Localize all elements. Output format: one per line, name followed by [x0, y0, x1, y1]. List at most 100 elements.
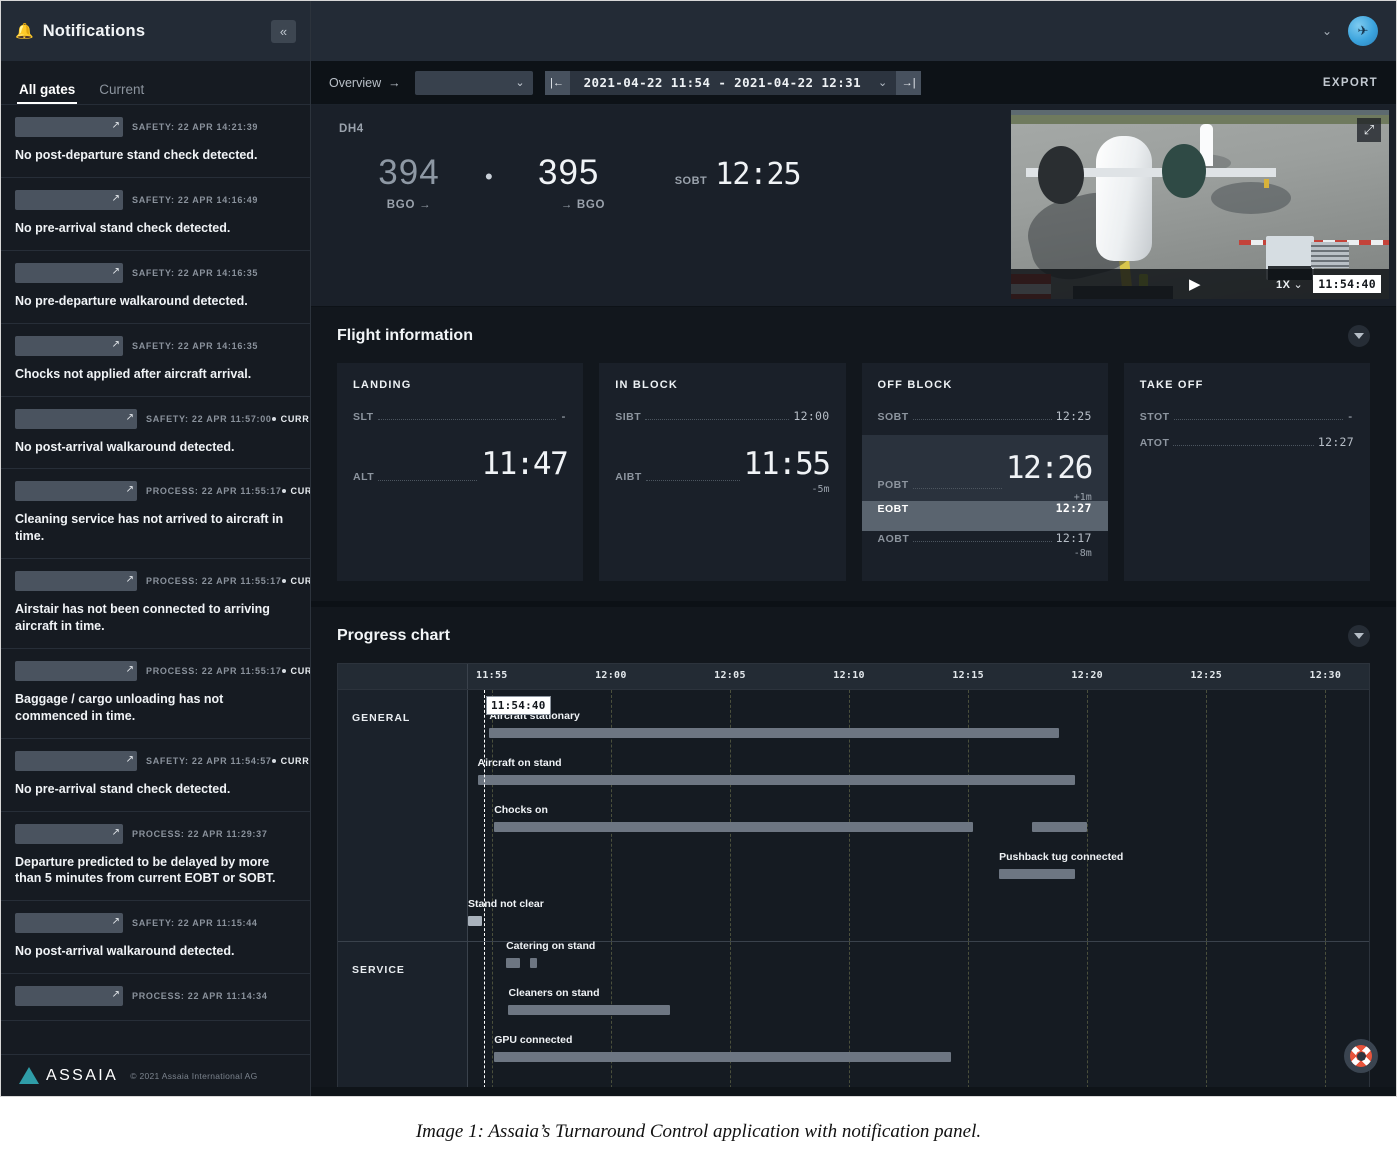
notification-meta-row: ↗ SAFETY: 22 APR 14:16:35: [15, 335, 296, 357]
notification-item[interactable]: ↗ PROCESS: 22 APR 11:29:37 Departure predi…: [1, 811, 310, 902]
lane-track[interactable]: Aircraft stationary Aircraft on stand Choc…: [468, 690, 1369, 941]
flight-info-row: EOBT 12:27: [861, 501, 1108, 531]
row-label: SLT: [353, 411, 374, 423]
notification-item[interactable]: ↗ SAFETY: 22 APR 14:16:35 No pre-departure…: [1, 250, 310, 324]
notification-timestamp: PROCESS: 22 APR 11:14:34: [132, 991, 268, 1002]
tab-current[interactable]: Current: [97, 82, 146, 104]
chart-gridline: [849, 942, 851, 1087]
notification-thumbnail[interactable]: ↗: [15, 571, 137, 592]
axis-tick-label: 12:20: [1071, 670, 1104, 681]
chart-event-bar[interactable]: [468, 916, 483, 926]
chart-gridline: [1087, 942, 1089, 1087]
tab-all-gates[interactable]: All gates: [17, 82, 78, 104]
notification-item[interactable]: ↗ PROCESS: 22 APR 11:14:34: [1, 974, 310, 1022]
chart-gridline: [1206, 942, 1208, 1087]
chart-event-bar[interactable]: [506, 958, 521, 968]
status-badge-label: CURRENT: [290, 665, 310, 676]
expand-thumbnail-icon[interactable]: ↗: [126, 663, 134, 677]
row-value: 12:25: [1055, 409, 1092, 423]
video-player[interactable]: ⤢ ▶ 1X ⌄ 11:54:40: [1011, 110, 1389, 299]
notification-item[interactable]: ↗ SAFETY: 22 APR 11:54:57 CURRENT No pre-ar…: [1, 738, 310, 812]
chart-event-bar[interactable]: [494, 822, 973, 832]
notification-thumbnail[interactable]: ↗: [15, 660, 137, 681]
chart-event-bar[interactable]: [489, 728, 1059, 738]
notification-timestamp: PROCESS: 22 APR 11:55:17: [146, 665, 282, 676]
notification-item[interactable]: ↗ SAFETY: 22 APR 14:21:39 No post-departur…: [1, 105, 310, 178]
notification-thumbnail[interactable]: ↗: [15, 408, 137, 429]
notification-item[interactable]: ↗ SAFETY: 22 APR 14:16:35 Chocks not appli…: [1, 323, 310, 397]
expand-thumbnail-icon[interactable]: ↗: [112, 915, 120, 929]
row-leader-dots: [913, 541, 1052, 542]
notification-message: Chocks not applied after aircraft arriva…: [15, 366, 252, 381]
notification-item[interactable]: ↗ SAFETY: 22 APR 11:57:00 CURRENT No post-a…: [1, 396, 310, 470]
progress-chart-toggle-button[interactable]: [1348, 625, 1370, 647]
axis-tick-label: 12:05: [714, 670, 746, 681]
notification-item[interactable]: ↗ PROCESS: 22 APR 11:55:17 CURRENT Baggage …: [1, 648, 310, 739]
export-button[interactable]: EXPORT: [1323, 77, 1378, 89]
expand-thumbnail-icon[interactable]: ↗: [112, 192, 120, 206]
chart-event-bar[interactable]: [508, 1005, 671, 1015]
chart-event-bar[interactable]: [1032, 822, 1088, 832]
flight-separator-dot: •: [485, 164, 493, 189]
gate-select[interactable]: ⌄: [414, 70, 533, 95]
help-button[interactable]: [1344, 1039, 1378, 1073]
notification-message: No post-arrival walkaround detected.: [15, 439, 235, 454]
expand-thumbnail-icon[interactable]: ↗: [126, 573, 134, 587]
notification-thumbnail[interactable]: ↗: [15, 986, 123, 1007]
expand-thumbnail-icon[interactable]: ↗: [126, 411, 134, 425]
notification-thumbnail[interactable]: ↗: [15, 823, 123, 844]
chart-event-label: Aircraft on stand: [477, 757, 562, 769]
flight-info-row: STOT -: [1124, 409, 1370, 435]
play-icon[interactable]: ▶: [1189, 277, 1201, 292]
chart-event-bar[interactable]: [999, 869, 1076, 879]
apron-stain: [1211, 182, 1291, 214]
account-menu-chevron-down-icon[interactable]: ⌄: [1322, 24, 1332, 38]
flight-header: DH4 394 • 395 SOBT 12:25 BGO → → BGO ⤢ ▶…: [311, 105, 1396, 307]
date-range-value[interactable]: 2021-04-22 11:54 - 2021-04-22 12:31: [569, 70, 875, 95]
expand-thumbnail-icon[interactable]: ↗: [112, 338, 120, 352]
notification-thumbnail[interactable]: ↗: [15, 335, 123, 356]
chart-event-bar[interactable]: [529, 958, 538, 968]
outbound-flight-number: 395: [538, 153, 600, 192]
avatar[interactable]: ✈: [1348, 16, 1378, 46]
progress-chart[interactable]: 11:55 12:00 12:05 12:10 12:15 12:20 12:25 12:30…: [337, 663, 1370, 1087]
status-dot-icon: [281, 579, 286, 584]
notification-thumbnail[interactable]: ↗: [15, 913, 123, 934]
notification-item[interactable]: ↗ PROCESS: 22 APR 11:55:17 CURRENT Airstair…: [1, 559, 310, 649]
card-title: IN BLOCK: [615, 379, 679, 391]
chart-lane: SERVICE Catering on stand Cleaners on stan…: [338, 940, 1369, 1087]
expand-thumbnail-icon[interactable]: ↗: [112, 826, 120, 840]
range-dropdown-chevron-down-icon[interactable]: ⌄: [875, 70, 897, 95]
airstair: [1311, 242, 1349, 268]
range-prev-button[interactable]: |←: [544, 70, 570, 95]
collapse-panel-button[interactable]: «: [271, 19, 296, 43]
chart-event-bar[interactable]: [494, 1052, 952, 1062]
expand-thumbnail-icon[interactable]: ↗: [112, 988, 120, 1002]
expand-thumbnail-icon[interactable]: ↗: [126, 483, 134, 497]
notification-thumbnail[interactable]: ↗: [15, 117, 123, 137]
row-label: SOBT: [877, 411, 909, 423]
expand-thumbnail-icon[interactable]: ↗: [126, 753, 134, 767]
notification-thumbnail[interactable]: ↗: [15, 481, 137, 502]
flight-info-card: OFF BLOCK SOBT 12:25 POBT 12:26 +1m EOBT 12:27 A…: [861, 363, 1108, 581]
notification-thumbnail[interactable]: ↗: [15, 750, 137, 771]
lane-track[interactable]: Catering on stand Cleaners on stand GPU co…: [468, 940, 1369, 1087]
notification-item[interactable]: ↗ SAFETY: 22 APR 11:15:44 No post-arrival …: [1, 901, 310, 975]
flight-information-toggle-button[interactable]: [1348, 325, 1370, 347]
expand-thumbnail-icon[interactable]: ↗: [112, 265, 120, 279]
copyright-text: © 2021 Assaia International AG: [130, 1070, 258, 1081]
chart-event-bar[interactable]: [477, 775, 1076, 785]
notification-thumbnail[interactable]: ↗: [15, 262, 123, 283]
chevron-down-icon: [1354, 333, 1364, 339]
expand-video-icon[interactable]: ⤢: [1357, 118, 1381, 142]
expand-thumbnail-icon[interactable]: ↗: [112, 119, 120, 133]
notification-thumbnail[interactable]: ↗: [15, 189, 123, 210]
main-content: ⌄ ✈ Overview → ⌄ |← 2021-04-22 11:54 - 2…: [311, 1, 1396, 1096]
notification-item[interactable]: ↗ SAFETY: 22 APR 14:16:49 No pre-arrival s…: [1, 177, 310, 251]
playback-speed-selector[interactable]: 1X ⌄: [1276, 278, 1303, 291]
row-leader-dots: [913, 511, 1052, 512]
range-next-button[interactable]: →|: [896, 70, 922, 95]
notification-item[interactable]: ↗ PROCESS: 22 APR 11:55:17 CURRENT Cleaning…: [1, 469, 310, 560]
notification-list[interactable]: ↗ SAFETY: 22 APR 14:21:39 No post-departur…: [1, 105, 310, 1054]
notification-meta-row: ↗ SAFETY: 22 APR 11:15:44: [15, 912, 296, 934]
